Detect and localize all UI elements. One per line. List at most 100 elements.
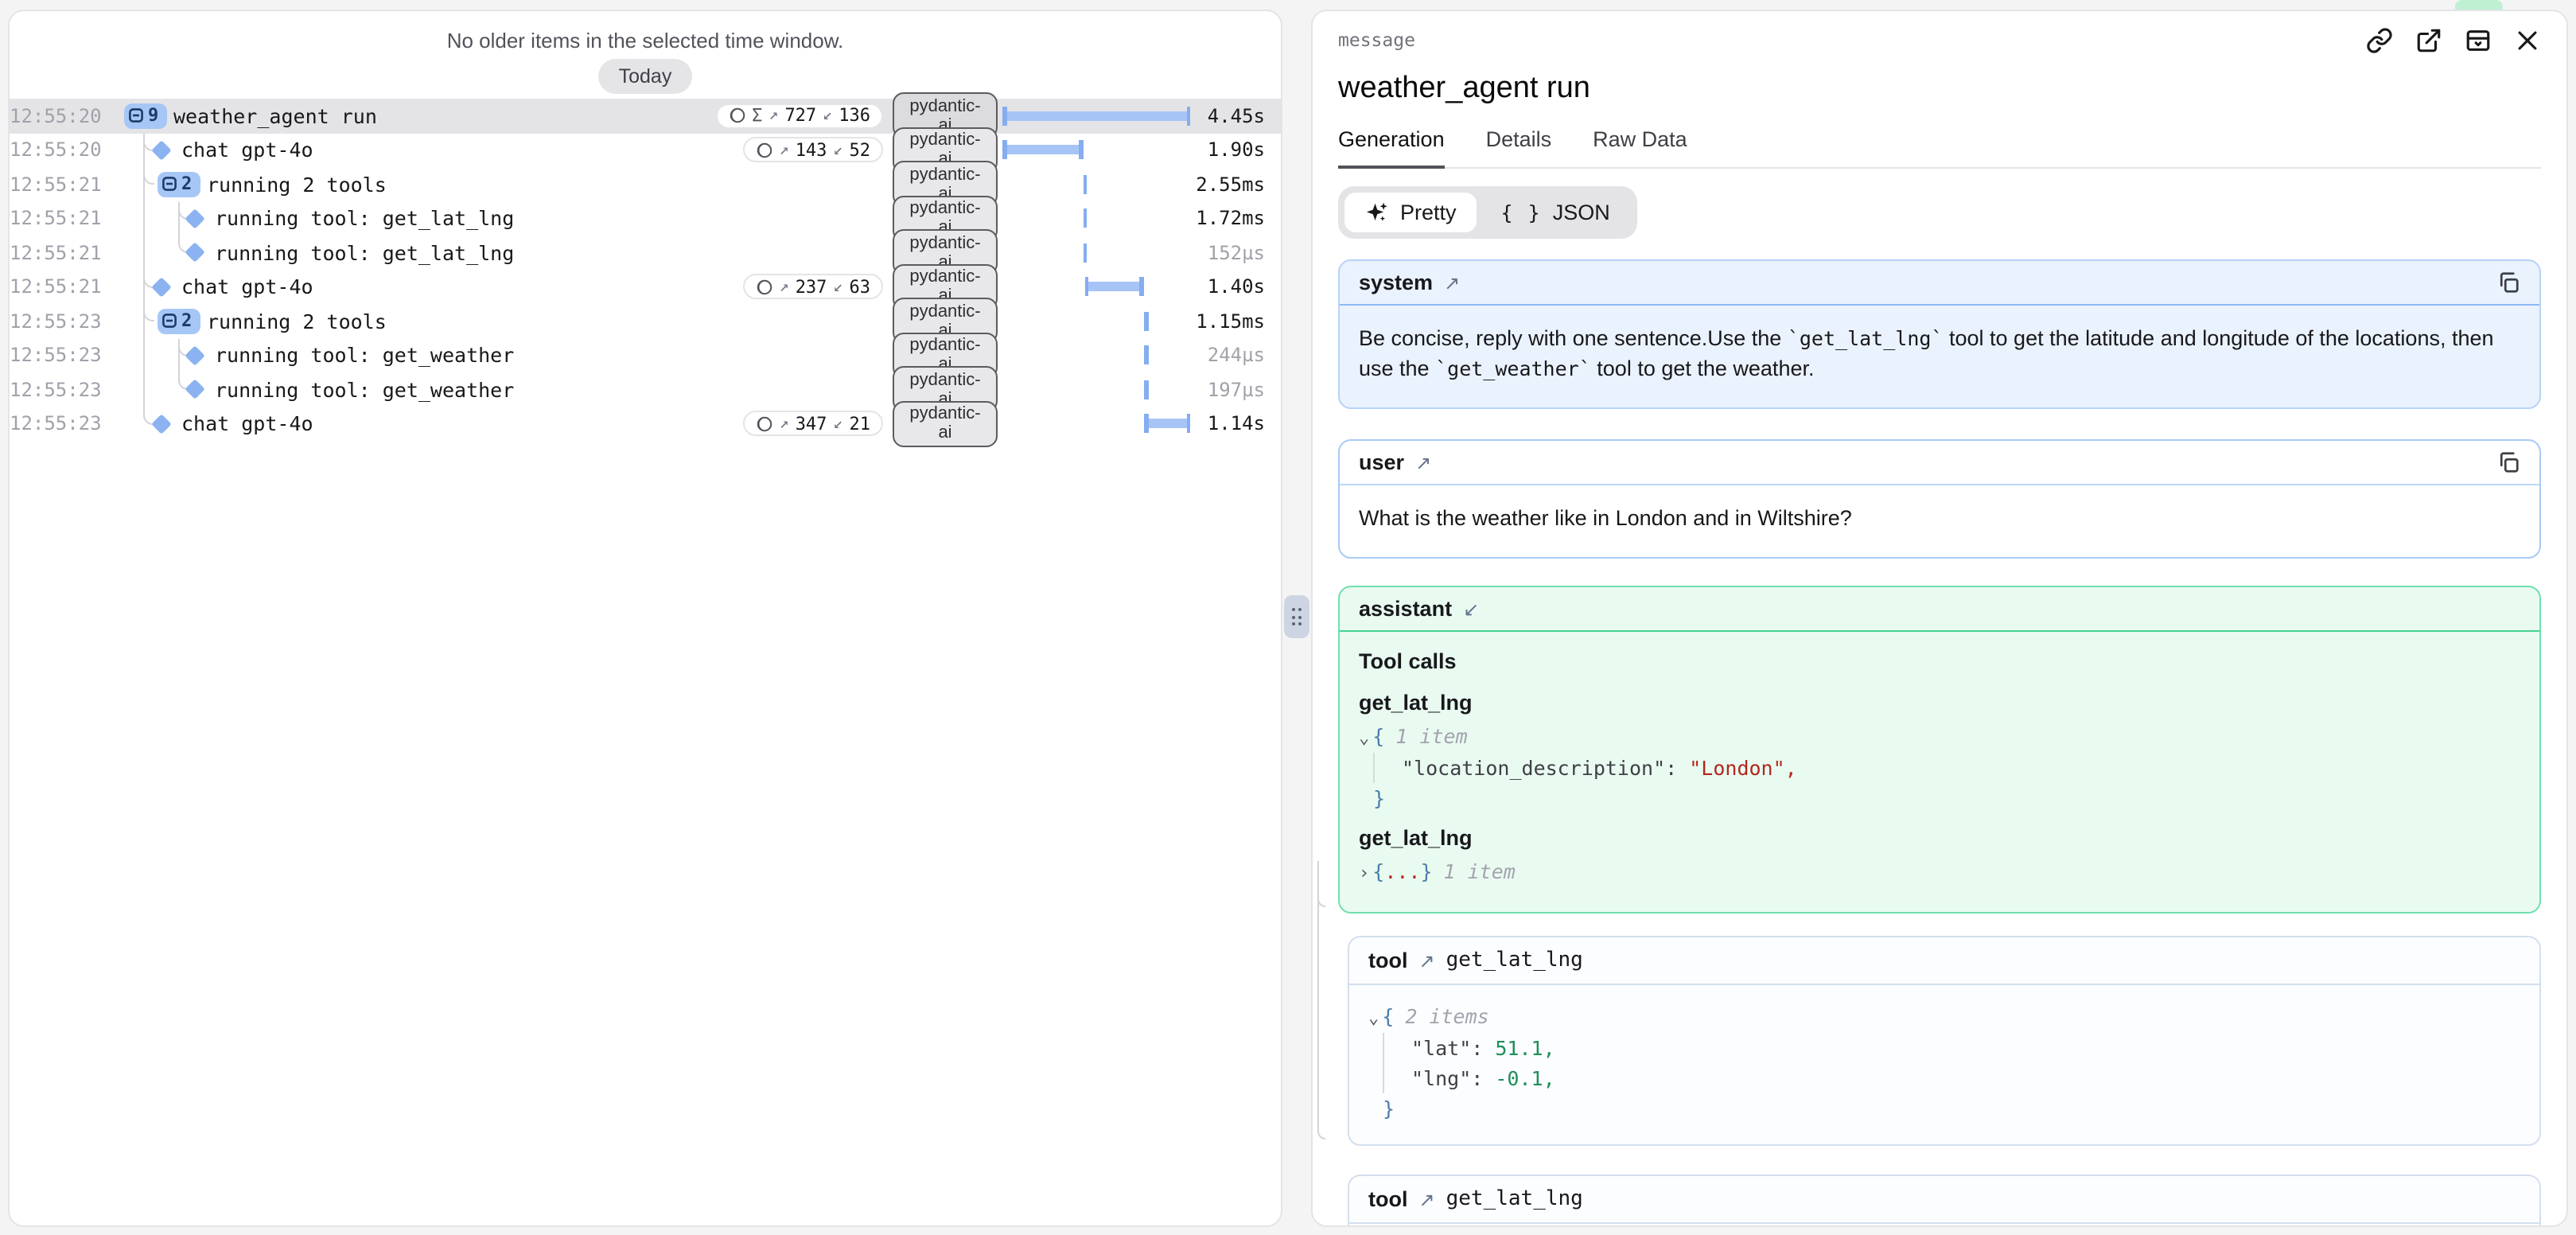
trace-row-time: 12:55:21 xyxy=(10,208,111,230)
external-link-icon[interactable] xyxy=(2415,26,2442,53)
outbound-arrow-icon: ↗ xyxy=(1444,271,1460,294)
span-diamond-icon xyxy=(185,380,204,399)
trace-row-time: 12:55:21 xyxy=(10,276,111,298)
duration-bar xyxy=(1002,407,1190,441)
tab-raw-data[interactable]: Raw Data xyxy=(1593,127,1687,167)
message-panel-assistant: assistant ↙ Tool calls get_lat_lng ⌄{1 i… xyxy=(1338,586,2541,914)
trace-row[interactable]: 12:55:232running 2 toolspydantic-ai1.15m… xyxy=(10,304,1281,338)
role-label: system xyxy=(1359,271,1433,294)
trace-row[interactable]: 12:55:21running tool: get_lat_lngpydanti… xyxy=(10,236,1281,270)
duration-bar xyxy=(1002,99,1190,133)
tree-guide-line xyxy=(143,372,145,407)
trace-rows: 12:55:209weather_agent runΣ↗727↙136pydan… xyxy=(10,99,1281,441)
tree-guide-line xyxy=(143,236,145,270)
trace-row[interactable]: 12:55:23running tool: get_weatherpydanti… xyxy=(10,372,1281,407)
trace-row-time: 12:55:23 xyxy=(10,413,111,435)
copy-icon[interactable] xyxy=(2496,450,2520,474)
span-diamond-icon xyxy=(185,243,204,263)
role-label: assistant xyxy=(1359,597,1452,621)
trace-row-tree: chat gpt-4o xyxy=(111,270,743,304)
today-button[interactable]: Today xyxy=(598,59,693,94)
tool-result-panel: tool ↗ get_lat_lng ⌄{2 items xyxy=(1348,1175,2541,1225)
json-root-line[interactable]: ⌄{1 item xyxy=(1359,721,2520,753)
duration-bar xyxy=(1002,201,1190,236)
collapse-badge[interactable]: 2 xyxy=(158,309,200,334)
trace-row-label: chat gpt-4o xyxy=(181,412,313,436)
trace-row-label: chat gpt-4o xyxy=(181,275,313,299)
duration-text: 1.40s xyxy=(1195,276,1281,298)
json-toggle-button[interactable]: { } JSON xyxy=(1481,193,1631,232)
json-collapsed-line[interactable]: ›{...}1 item xyxy=(1359,856,2520,888)
tokens-down-icon: ↙ xyxy=(833,415,842,433)
trace-row-label: running 2 tools xyxy=(207,310,387,333)
duration-bar-cell xyxy=(998,99,1195,133)
tab-details[interactable]: Details xyxy=(1486,127,1552,167)
collapse-badge[interactable]: 2 xyxy=(158,172,200,197)
trace-row-label: chat gpt-4o xyxy=(181,138,313,162)
tree-elbow-line xyxy=(143,167,154,185)
scope-tag-cell: pydantic-ai xyxy=(893,401,998,447)
trace-row[interactable]: 12:55:212running 2 toolspydantic-ai2.55m… xyxy=(10,167,1281,201)
tree-elbow-line xyxy=(143,304,154,321)
scope-tag: pydantic-ai xyxy=(893,401,998,447)
span-diamond-icon xyxy=(185,345,204,365)
duration-text: 244µs xyxy=(1195,345,1281,367)
trace-row-time: 12:55:21 xyxy=(10,242,111,264)
tool-name: get_lat_lng xyxy=(1446,1187,1583,1211)
collapse-minus-icon xyxy=(162,314,177,329)
pretty-toggle-button[interactable]: Pretty xyxy=(1344,193,1477,232)
collapse-badge[interactable]: 9 xyxy=(124,103,166,129)
span-diamond-icon xyxy=(185,208,204,228)
tool-call-name: get_lat_lng xyxy=(1359,688,2520,718)
duration-bar-cell xyxy=(998,201,1195,236)
detail-tabs: Generation Details Raw Data xyxy=(1338,127,2541,169)
tokens-down-icon: ↙ xyxy=(833,142,842,159)
child-count: 2 xyxy=(181,311,192,332)
duration-bar-cell xyxy=(998,133,1195,167)
trace-row[interactable]: 12:55:21chat gpt-4o↗237↙63pydantic-ai1.4… xyxy=(10,270,1281,304)
tab-generation[interactable]: Generation xyxy=(1338,127,1445,169)
panel-splitter-handle[interactable] xyxy=(1284,595,1309,638)
link-icon[interactable] xyxy=(2366,26,2393,53)
tokens-up-icon: ↗ xyxy=(780,279,789,296)
token-count-badge: ↗237↙63 xyxy=(743,275,883,300)
braces-icon: { } xyxy=(1501,201,1542,224)
chevron-right-icon: › xyxy=(1359,863,1369,883)
tokens-icon xyxy=(756,415,773,433)
role-label: user xyxy=(1359,450,1404,474)
tokens-down-icon: ↙ xyxy=(833,279,842,296)
trace-row-label: running tool: get_weather xyxy=(215,378,514,402)
close-icon[interactable] xyxy=(2514,26,2541,53)
tool-name: get_lat_lng xyxy=(1446,949,1583,972)
inbound-arrow-icon: ↙ xyxy=(1463,598,1479,620)
tokens-down-icon: ↙ xyxy=(823,107,832,125)
trace-row-tree: 2running 2 tools xyxy=(111,167,893,201)
duration-bar xyxy=(1002,338,1190,372)
trace-row[interactable]: 12:55:20chat gpt-4o↗143↙52pydantic-ai1.9… xyxy=(10,133,1281,167)
duration-text: 1.14s xyxy=(1195,413,1281,435)
json-close: } xyxy=(1359,783,2520,813)
json-root-line[interactable]: ⌄{2 items xyxy=(1368,1001,2520,1033)
token-count-badge: ↗143↙52 xyxy=(743,138,883,163)
json-label: JSON xyxy=(1553,201,1610,224)
today-wrap: Today xyxy=(10,59,1281,94)
tool-thread-connector xyxy=(1317,861,1325,1140)
trace-row[interactable]: 12:55:23chat gpt-4o↗347↙21pydantic-ai1.1… xyxy=(10,407,1281,441)
outbound-arrow-icon: ↗ xyxy=(1419,1188,1435,1210)
duration-bar-cell xyxy=(998,270,1195,304)
duration-text: 4.45s xyxy=(1195,105,1281,127)
view-toggle: Pretty { } JSON xyxy=(1338,186,1637,239)
trace-row[interactable]: 12:55:23running tool: get_weatherpydanti… xyxy=(10,338,1281,372)
tool-result-panel: tool ↗ get_lat_lng ⌄{2 items "lat": 51.1… xyxy=(1348,936,2541,1146)
copy-icon[interactable] xyxy=(2496,271,2520,294)
json-entry: "lat": 51.1, xyxy=(1411,1033,2520,1063)
tokens-icon xyxy=(728,107,745,125)
dock-bottom-icon[interactable] xyxy=(2465,26,2492,53)
trace-row-time: 12:55:21 xyxy=(10,173,111,196)
system-message-text: Be concise, reply with one sentence.Use … xyxy=(1340,306,2539,407)
role-label: tool xyxy=(1368,949,1408,972)
trace-row[interactable]: 12:55:21running tool: get_lat_lngpydanti… xyxy=(10,201,1281,236)
child-count: 2 xyxy=(181,174,192,195)
trace-row[interactable]: 12:55:209weather_agent runΣ↗727↙136pydan… xyxy=(10,99,1281,133)
duration-text: 1.15ms xyxy=(1195,310,1281,333)
